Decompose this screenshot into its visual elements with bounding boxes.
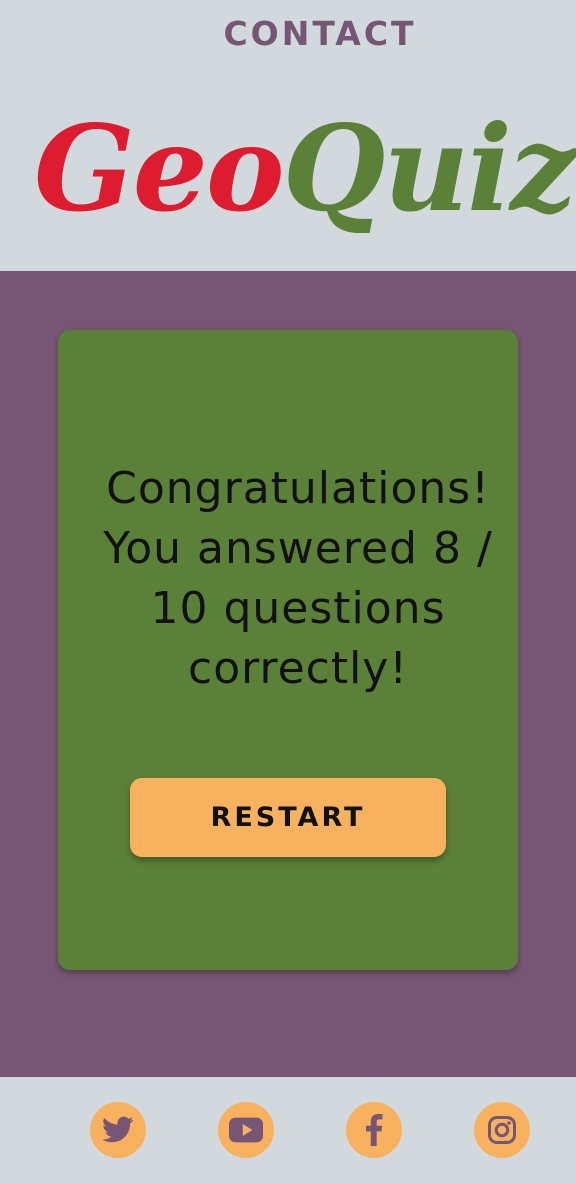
site-header: CONTACT GeoQuiz (0, 0, 576, 271)
twitter-link[interactable] (90, 1102, 146, 1158)
result-card: Congratulations! You answered 8 / 10 que… (58, 330, 518, 970)
twitter-icon (102, 1116, 134, 1143)
instagram-link[interactable] (474, 1102, 530, 1158)
logo-quiz-text: Quiz (282, 99, 576, 238)
facebook-link[interactable] (346, 1102, 402, 1158)
site-footer (0, 1077, 576, 1184)
result-message: Congratulations! You answered 8 / 10 que… (103, 463, 493, 694)
main-content: Congratulations! You answered 8 / 10 que… (0, 271, 576, 1077)
restart-button[interactable]: RESTART (130, 778, 446, 857)
logo-geo-text: Geo (34, 99, 285, 238)
facebook-icon (366, 1114, 383, 1146)
instagram-icon (488, 1116, 516, 1144)
youtube-link[interactable] (218, 1102, 274, 1158)
site-logo[interactable]: GeoQuiz (34, 104, 576, 234)
nav-contact-link[interactable]: CONTACT (0, 14, 576, 53)
youtube-icon (229, 1117, 263, 1143)
